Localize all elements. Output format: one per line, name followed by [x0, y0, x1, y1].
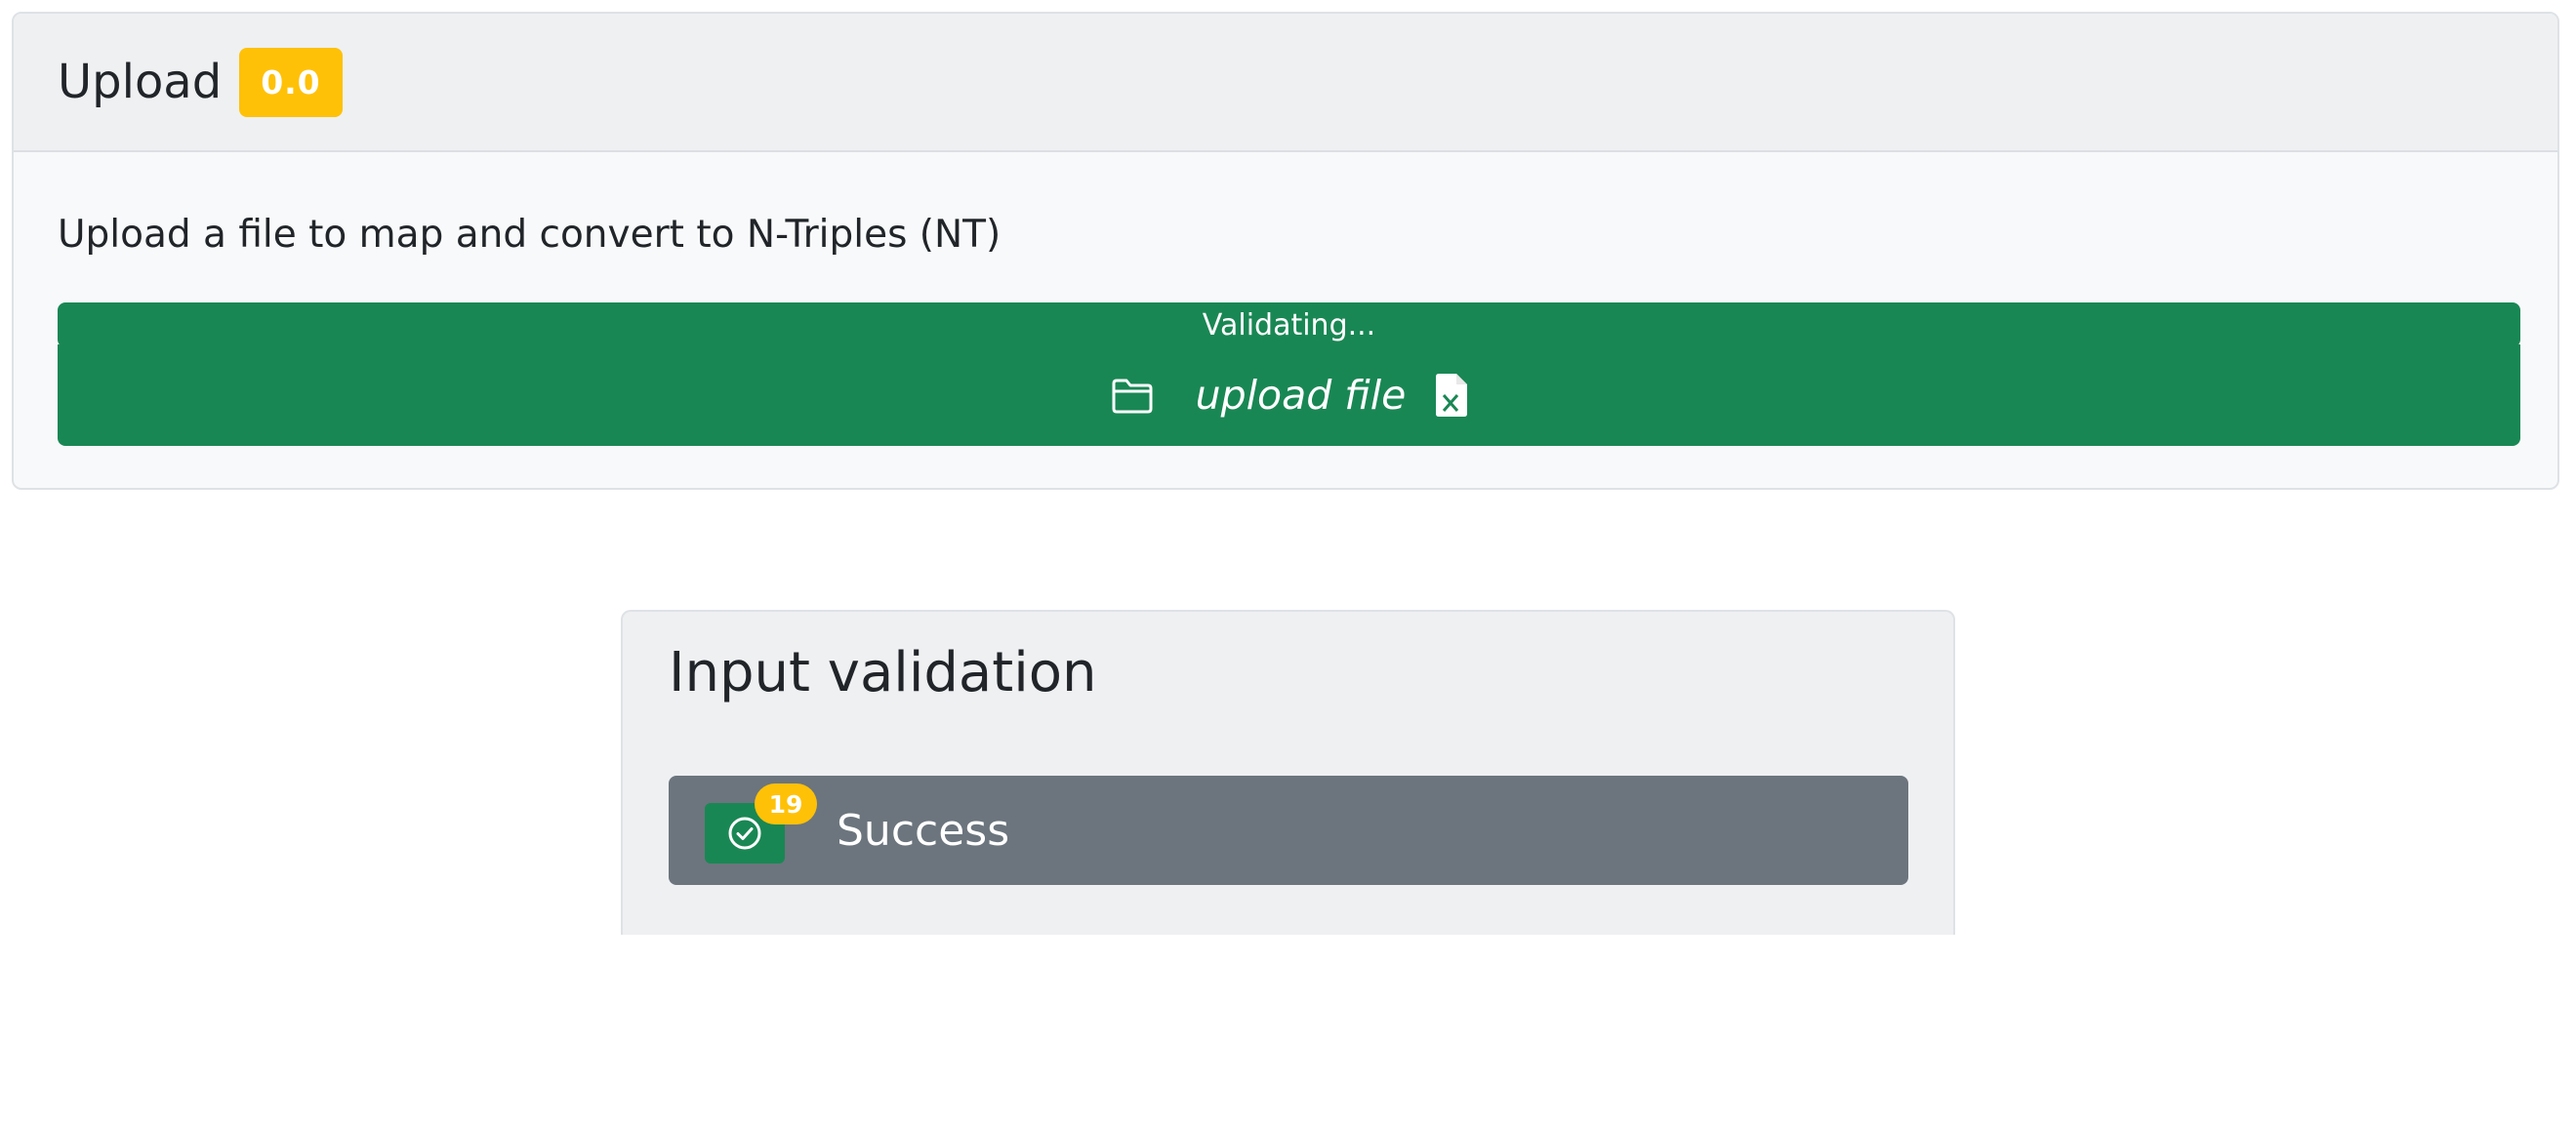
- upload-card-title: Upload: [58, 55, 223, 109]
- upload-card-header: Upload 0.0: [14, 14, 2557, 152]
- version-badge: 0.0: [239, 47, 343, 117]
- upload-file-button[interactable]: upload file: [58, 344, 2520, 446]
- upload-card: Upload 0.0 Upload a file to map and conv…: [12, 12, 2559, 490]
- excel-file-icon: [1433, 373, 1468, 418]
- validation-result-item[interactable]: 19 Success: [669, 776, 1908, 885]
- input-validation-title: Input validation: [669, 641, 1097, 704]
- upload-card-body: Upload a file to map and convert to N-Tr…: [14, 216, 2557, 446]
- folder-icon: [1110, 376, 1155, 415]
- upload-description: Upload a file to map and convert to N-Tr…: [58, 213, 1002, 257]
- check-circle-icon: [726, 815, 763, 852]
- input-validation-card: Input validation 19 Success: [621, 610, 1955, 935]
- validation-status-label: Success: [837, 805, 1010, 856]
- count-badge: 19: [755, 783, 817, 824]
- upload-file-label: upload file: [1195, 371, 1407, 419]
- validation-progress-bar: Validating...: [58, 302, 2520, 347]
